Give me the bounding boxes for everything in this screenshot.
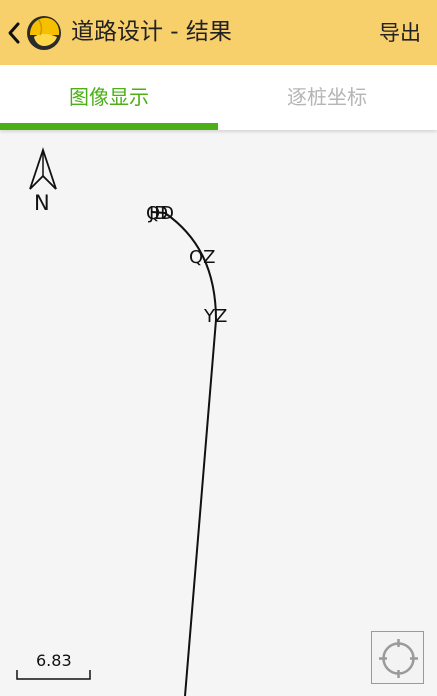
app-screen: 道路设计 - 结果 导出 图像显示 逐桩坐标 N QD JD QZ YZ 6.8… — [0, 0, 437, 696]
back-button[interactable] — [4, 18, 24, 48]
north-label: N — [34, 191, 50, 215]
hard-hat-logo — [25, 13, 63, 51]
road-alignment-line — [151, 211, 218, 696]
chevron-left-icon — [8, 22, 20, 44]
tab-station-coordinates[interactable]: 逐桩坐标 — [218, 65, 436, 130]
tab-image-display[interactable]: 图像显示 — [0, 65, 218, 130]
point-label-yz: YZ — [204, 306, 228, 327]
locate-button[interactable] — [371, 631, 424, 684]
point-label-qz: QZ — [189, 247, 216, 268]
title-bar: 道路设计 - 结果 导出 — [0, 0, 437, 65]
export-button[interactable]: 导出 — [379, 18, 421, 48]
active-tab-indicator — [0, 123, 218, 130]
north-arrow-icon — [29, 147, 57, 190]
page-title: 道路设计 - 结果 — [71, 19, 232, 45]
tab-bar: 图像显示 逐桩坐标 — [0, 65, 437, 130]
crosshair-icon — [379, 639, 418, 678]
point-label-jd: JD — [149, 203, 169, 224]
road-drawing-canvas[interactable] — [0, 130, 437, 696]
scale-bar — [16, 670, 91, 680]
scale-value: 6.83 — [36, 651, 72, 670]
